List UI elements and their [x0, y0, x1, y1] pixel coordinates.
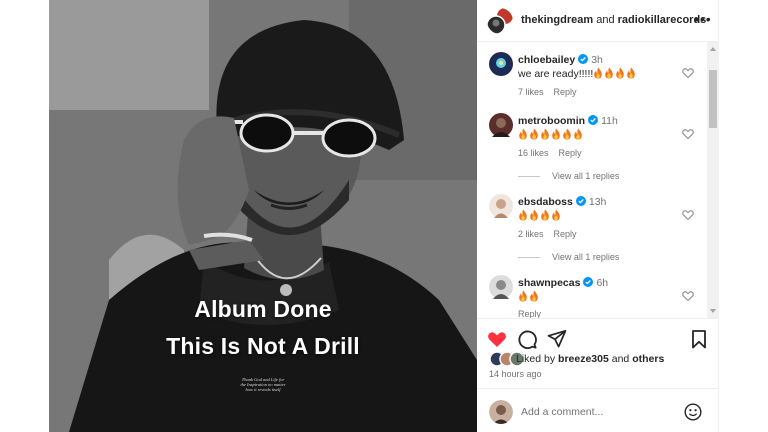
commenter-avatar[interactable]: [489, 113, 513, 137]
add-comment-input[interactable]: [521, 403, 671, 421]
header-usernames: thekingdream and radiokillarecords: [521, 14, 706, 26]
fire-emoji-icon: [541, 209, 549, 221]
fire-emoji-icon: [519, 290, 527, 302]
verified-badge-icon: [583, 277, 594, 287]
fire-emoji-icon: [519, 128, 527, 140]
fire-emoji-icon: [552, 128, 560, 140]
comment-likes[interactable]: 7 likes: [518, 87, 544, 97]
verified-badge-icon: [575, 196, 586, 206]
bookmark-icon[interactable]: [689, 329, 709, 349]
view-replies-button[interactable]: View all 1 replies: [518, 171, 619, 181]
send-icon[interactable]: [547, 329, 567, 349]
comment-text: [518, 128, 584, 141]
emoji-icon[interactable]: [684, 403, 702, 421]
liked-by-others[interactable]: others: [632, 353, 664, 365]
post-timestamp[interactable]: 14 hours ago: [489, 369, 542, 379]
comment-username[interactable]: shawnpecas 6h: [518, 277, 608, 289]
comment-text: we are ready!!!!!: [518, 67, 637, 80]
photo-small-caption: Thank God and Life for the Inspiration n…: [240, 377, 286, 393]
post-photo[interactable]: Album Done This Is Not A Drill Thank God…: [49, 0, 477, 432]
comment-like-heart-icon[interactable]: [682, 128, 694, 140]
fire-emoji-icon: [605, 67, 614, 79]
fire-emoji-icon: [519, 209, 527, 221]
reply-button[interactable]: Reply: [554, 229, 577, 239]
comment-username[interactable]: metroboomin 11h: [518, 115, 618, 127]
instagram-post-view: Album Done This Is Not A Drill Thank God…: [0, 0, 768, 432]
current-user-avatar[interactable]: [489, 400, 513, 424]
post-sidebar: thekingdream and radiokillarecords ••• c…: [477, 0, 719, 432]
liked-by-username[interactable]: breeze305: [558, 353, 609, 365]
fire-emojis: [518, 209, 562, 222]
more-horizontal-icon[interactable]: •••: [694, 12, 712, 26]
fire-emoji-icon: [530, 290, 538, 302]
author-username[interactable]: thekingdream: [521, 14, 593, 26]
comment-meta: Reply: [518, 309, 541, 318]
commenter-avatar[interactable]: [489, 275, 513, 299]
collaborator-username[interactable]: radiokillarecords: [618, 14, 707, 26]
comment-text: [518, 290, 540, 303]
comments-list: chloebailey 3h we are ready!!!!! 7 likes R…: [477, 42, 719, 318]
fire-emoji-icon: [530, 209, 538, 221]
commenter-avatar[interactable]: [489, 194, 513, 218]
add-comment-bar: [477, 388, 719, 432]
fire-emoji-icon: [563, 128, 571, 140]
comment-like-heart-icon[interactable]: [682, 290, 694, 302]
portrait-illustration: [49, 0, 477, 432]
comment-likes[interactable]: 16 likes: [518, 148, 549, 158]
fire-emoji-icon: [541, 128, 549, 140]
fire-emoji-icon: [552, 209, 560, 221]
reply-button[interactable]: Reply: [518, 309, 541, 318]
comment-meta: 16 likes Reply: [518, 148, 582, 158]
fire-emoji-icon: [627, 67, 636, 79]
comment-like-heart-icon[interactable]: [682, 67, 694, 79]
fire-emoji-icon: [594, 67, 603, 79]
commenter-avatar[interactable]: [489, 52, 513, 76]
fire-emojis: [593, 67, 637, 80]
comment-like-heart-icon[interactable]: [682, 209, 694, 221]
replies-divider: [518, 256, 540, 258]
scroll-down-arrow-icon[interactable]: [710, 309, 716, 313]
comment-username[interactable]: ebsdaboss 13h: [518, 196, 606, 208]
liked-by-text: Liked by breeze305 and others: [516, 353, 665, 365]
comment-time: 13h: [588, 196, 607, 208]
heart-filled-icon[interactable]: [487, 329, 507, 349]
reply-button[interactable]: Reply: [559, 148, 582, 158]
comment-time: 11h: [601, 115, 618, 127]
view-replies-button[interactable]: View all 1 replies: [518, 252, 619, 262]
comment-icon[interactable]: [517, 329, 537, 349]
comment-username[interactable]: chloebailey 3h: [518, 54, 603, 66]
comment-time: 6h: [596, 277, 609, 289]
author-avatar[interactable]: [487, 8, 513, 34]
scrollbar-thumb[interactable]: [709, 70, 717, 128]
fire-emojis: [518, 290, 540, 303]
post-header: thekingdream and radiokillarecords •••: [477, 0, 719, 42]
fire-emoji-icon: [574, 128, 582, 140]
replies-divider: [518, 175, 540, 177]
comment-text: [518, 209, 562, 222]
reply-button[interactable]: Reply: [554, 87, 577, 97]
fire-emoji-icon: [530, 128, 538, 140]
comments-scrollbar[interactable]: [707, 42, 719, 318]
overlay-text-line-1: Album Done: [194, 296, 332, 322]
scroll-up-arrow-icon[interactable]: [710, 47, 716, 51]
fire-emoji-icon: [616, 67, 625, 79]
verified-badge-icon: [588, 115, 599, 125]
overlay-text-line-2: This Is Not A Drill: [166, 333, 360, 359]
comment-time: 3h: [591, 54, 603, 66]
verified-badge-icon: [578, 54, 589, 64]
header-conjunction: and: [596, 14, 615, 26]
comment-likes[interactable]: 2 likes: [518, 229, 544, 239]
fire-emojis: [518, 128, 584, 141]
comment-meta: 7 likes Reply: [518, 87, 577, 97]
comment-meta: 2 likes Reply: [518, 229, 577, 239]
